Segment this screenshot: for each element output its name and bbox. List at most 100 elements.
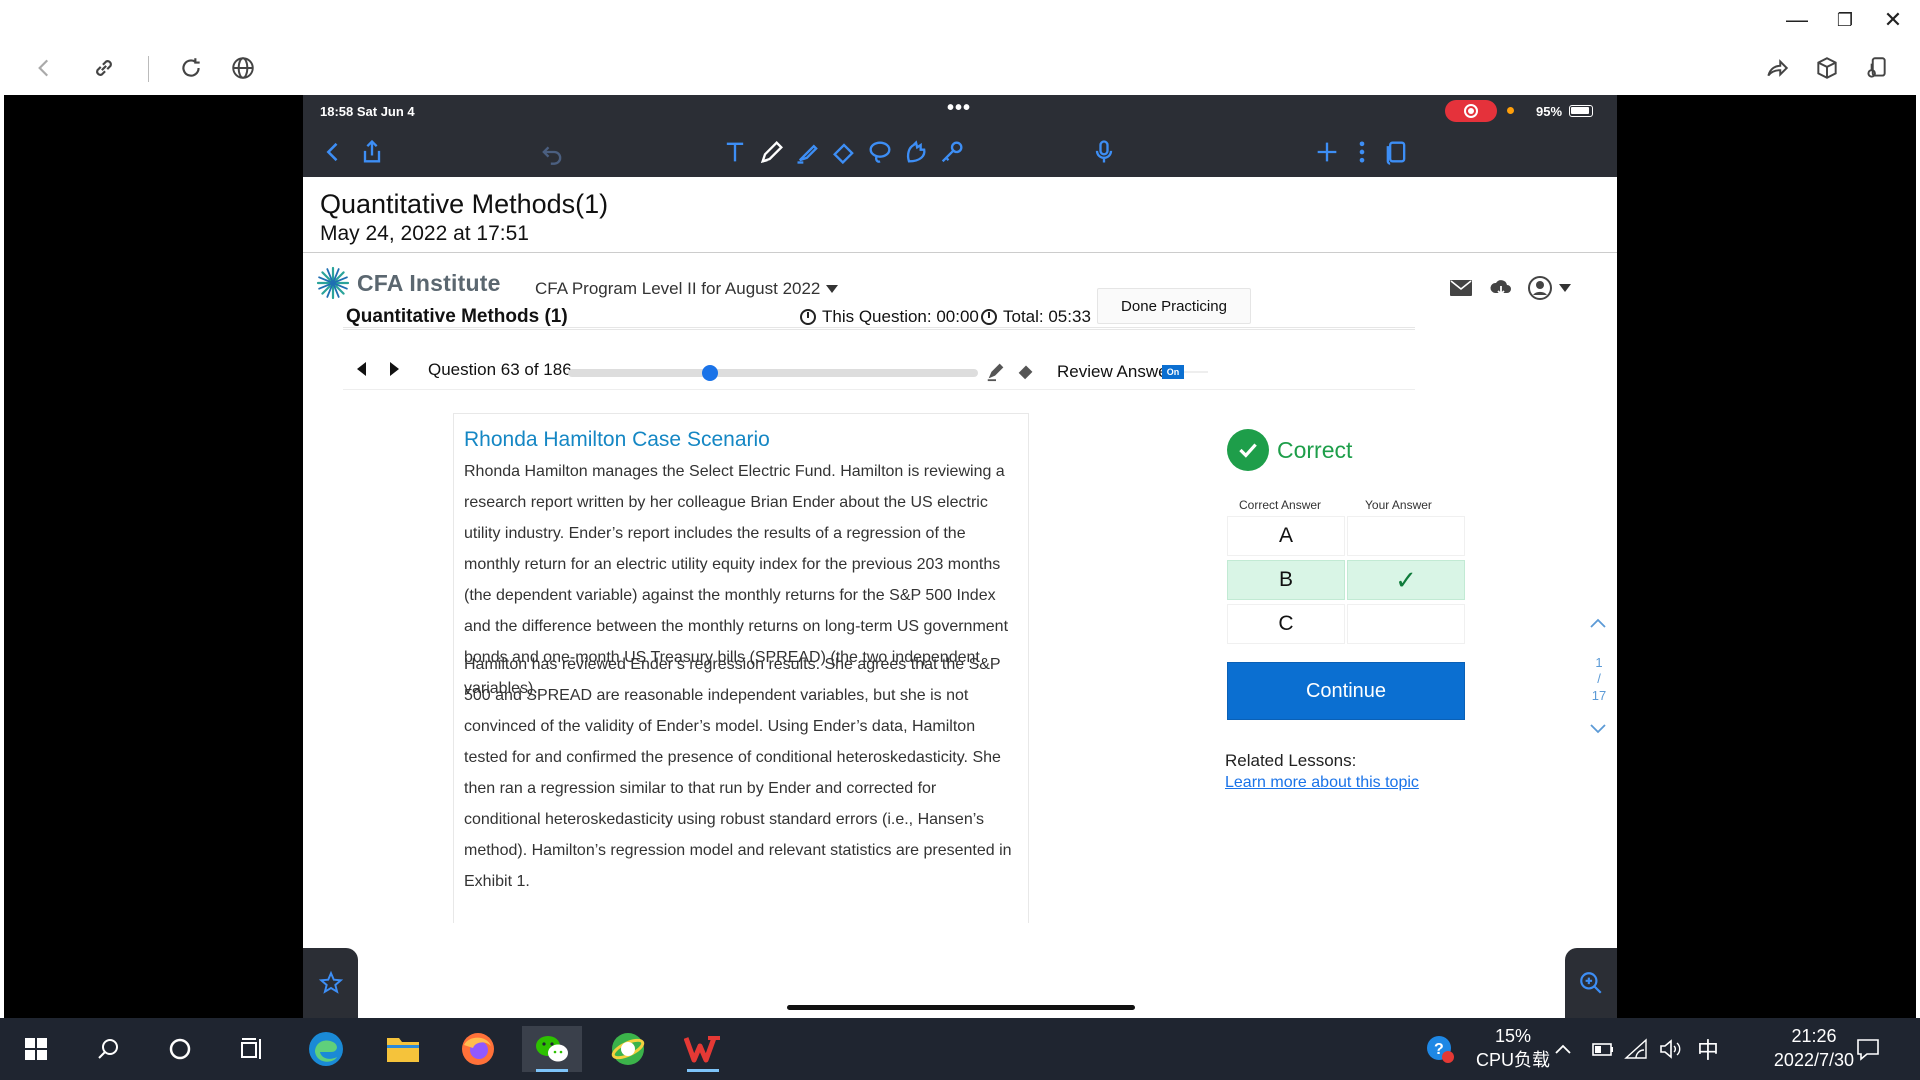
- your-answer-header: Your Answer: [1365, 498, 1432, 512]
- zoom-in-icon: [1580, 972, 1602, 994]
- question-progress-slider[interactable]: [568, 365, 978, 381]
- answer-row-a[interactable]: A: [1225, 516, 1465, 558]
- show-hidden-icons[interactable]: [1554, 1018, 1572, 1080]
- learn-more-link[interactable]: Learn more about this topic: [1225, 774, 1419, 792]
- stage-edge-right: [1916, 95, 1920, 1018]
- highlight-pen-icon[interactable]: [985, 360, 1009, 384]
- more-options-icon[interactable]: [1345, 135, 1379, 169]
- cpu-percent: 15%: [1494, 1026, 1532, 1046]
- status-time: 18:58 Sat Jun 4: [320, 104, 415, 119]
- microphone-icon[interactable]: [1087, 135, 1121, 169]
- task-view-button[interactable]: [222, 1026, 282, 1072]
- answer-letter: C: [1227, 604, 1345, 644]
- ipad-status-bar: 18:58 Sat Jun 4 ••• 95%: [303, 95, 1617, 127]
- screen-record-indicator[interactable]: [1445, 100, 1497, 122]
- toggle-track: [1184, 371, 1208, 373]
- done-practicing-button[interactable]: Done Practicing: [1097, 288, 1251, 324]
- link-tool-icon[interactable]: [935, 135, 969, 169]
- back-icon[interactable]: [26, 50, 62, 86]
- toolbar-divider: [148, 56, 149, 82]
- clock-date: 2022/7/30: [1773, 1050, 1854, 1070]
- result-status: Correct: [1277, 437, 1353, 463]
- question-timer-text: This Question: 00:00: [822, 307, 979, 326]
- user-account-icon[interactable]: [1523, 273, 1575, 303]
- browser-360-icon: [611, 1033, 645, 1065]
- case-scenario-panel: Rhonda Hamilton Case Scenario Rhonda Ham…: [453, 413, 1029, 923]
- share-icon[interactable]: [1759, 50, 1795, 86]
- favorite-tab[interactable]: [303, 948, 358, 1018]
- cortana-icon: [169, 1038, 191, 1060]
- wechat-app[interactable]: [522, 1026, 582, 1072]
- firefox-app[interactable]: [448, 1026, 508, 1072]
- review-answer-toggle[interactable]: On: [1162, 365, 1184, 379]
- back-chevron-icon[interactable]: [316, 135, 350, 169]
- export-icon[interactable]: [355, 135, 389, 169]
- restore-button[interactable]: ❐: [1822, 4, 1868, 36]
- progress-knob[interactable]: [701, 365, 718, 381]
- cloud-download-icon[interactable]: [1486, 273, 1516, 303]
- cpu-load-indicator[interactable]: 15% CPU负载: [1476, 1024, 1550, 1072]
- search-button[interactable]: [78, 1026, 138, 1072]
- link-icon[interactable]: [86, 50, 122, 86]
- zoom-tab[interactable]: [1565, 948, 1617, 1018]
- stopwatch-icon: [981, 309, 997, 325]
- previous-question-button[interactable]: [350, 358, 372, 380]
- mail-icon[interactable]: [1446, 273, 1476, 303]
- close-window-button[interactable]: ✕: [1870, 4, 1916, 36]
- question-navigation: Question 63 of 186 Review Answer On: [343, 350, 1415, 390]
- shapes-icon[interactable]: [899, 135, 933, 169]
- clock-time: 21:26: [1791, 1026, 1837, 1046]
- chevron-up-icon: [1555, 1044, 1571, 1054]
- minimize-button[interactable]: —: [1774, 4, 1820, 36]
- text-tool-icon[interactable]: [718, 135, 752, 169]
- next-question-button[interactable]: [383, 358, 405, 380]
- continue-button[interactable]: Continue: [1227, 662, 1465, 720]
- document-title[interactable]: Quantitative Methods(1): [320, 189, 608, 220]
- answer-row-b[interactable]: B ✓: [1225, 560, 1465, 602]
- input-method-indicator[interactable]: 中: [1697, 1018, 1719, 1080]
- correct-answer-header: Correct Answer: [1239, 498, 1322, 512]
- system-clock[interactable]: 21:26 2022/7/30: [1774, 1024, 1854, 1072]
- start-button[interactable]: [6, 1026, 66, 1072]
- wps-office-app[interactable]: [673, 1026, 733, 1072]
- cast-icon[interactable]: [1858, 50, 1894, 86]
- answer-table: A B ✓ C: [1225, 516, 1465, 646]
- page-down-icon[interactable]: [1589, 723, 1607, 738]
- file-explorer-app[interactable]: [373, 1026, 433, 1072]
- answer-row-c[interactable]: C: [1225, 604, 1465, 646]
- eraser-tool-icon[interactable]: [1015, 360, 1039, 384]
- battery-percent: 95%: [1536, 104, 1563, 119]
- page-up-icon[interactable]: [1589, 617, 1607, 632]
- refresh-icon[interactable]: [173, 50, 209, 86]
- edge-app[interactable]: [296, 1026, 356, 1072]
- notes-toolbar: [303, 127, 1617, 177]
- home-indicator[interactable]: [787, 1005, 1135, 1010]
- notification-center[interactable]: [1855, 1018, 1881, 1080]
- lasso-icon[interactable]: [863, 135, 897, 169]
- windows-taskbar: ? 15% CPU负载 中 21:26 2022/7/30: [0, 1018, 1920, 1080]
- eraser-icon[interactable]: [827, 135, 861, 169]
- 3d-box-icon[interactable]: [1809, 50, 1845, 86]
- undo-icon[interactable]: [535, 135, 569, 169]
- related-lessons-label: Related Lessons:: [1225, 751, 1357, 770]
- checkmark-icon: ✓: [1347, 560, 1465, 600]
- pages-icon[interactable]: [1379, 135, 1413, 169]
- answer-letter: B: [1227, 560, 1345, 600]
- cortana-button[interactable]: [150, 1026, 210, 1072]
- network-tray[interactable]: [1624, 1018, 1648, 1080]
- volume-tray[interactable]: [1658, 1018, 1682, 1080]
- review-answer-label: Review Answer: [1057, 362, 1174, 381]
- multitask-dots[interactable]: •••: [947, 97, 971, 120]
- pen-tool-icon[interactable]: [755, 135, 789, 169]
- browser-360-app[interactable]: [598, 1026, 658, 1072]
- battery-tray[interactable]: [1589, 1018, 1615, 1080]
- security-tray-app[interactable]: ?: [1420, 1026, 1460, 1072]
- highlighter-icon[interactable]: [791, 135, 825, 169]
- record-icon: [1464, 104, 1478, 118]
- globe-icon[interactable]: [225, 50, 261, 86]
- add-icon[interactable]: [1310, 135, 1344, 169]
- total-timer: Total: 05:33: [981, 307, 1091, 327]
- active-app-indicator: [536, 1069, 568, 1072]
- star-icon: [318, 970, 343, 994]
- page-current: 1: [1595, 655, 1603, 670]
